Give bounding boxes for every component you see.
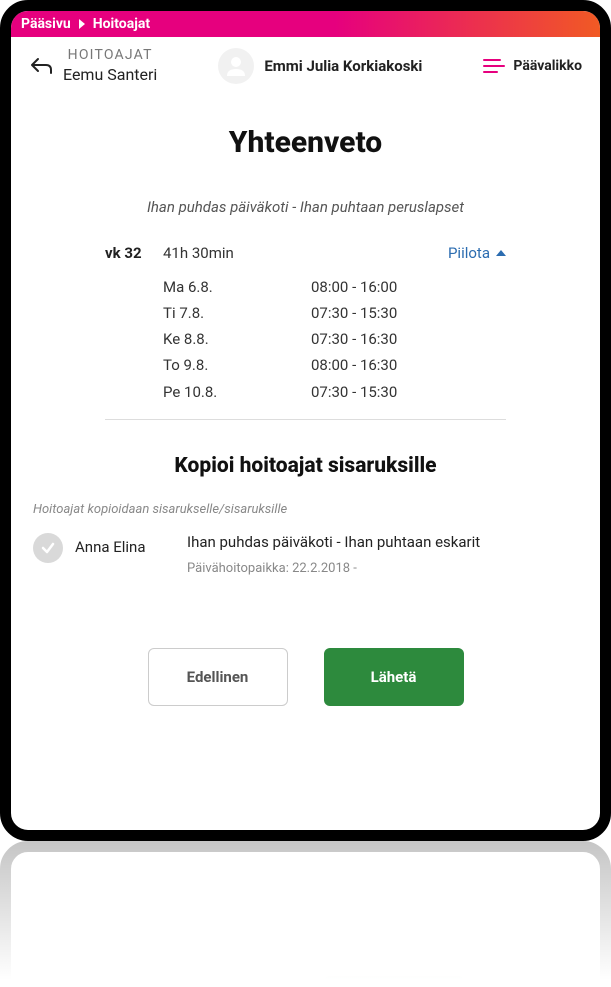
copy-note: Hoitoajat kopioidaan sisarukselle/sisaru… [33,502,578,517]
content: Yhteenveto Ihan puhdas päiväkoti - Ihan … [11,99,600,730]
breadcrumb-root[interactable]: Pääsivu [21,16,71,32]
caret-up-icon [496,250,506,256]
user-name: Emmi Julia Korkiakoski [264,57,422,75]
sibling-meta: Päivähoitopaikka: 22.2.2018 - [187,561,578,576]
menu-icon [483,59,505,73]
back-arrow-icon[interactable] [29,56,53,76]
breadcrumb[interactable]: Pääsivu Hoitoajat [11,11,600,37]
copy-title: Kopioi hoitoajat sisaruksille [33,454,578,478]
avatar [218,48,254,84]
day-row: Ke 8.8.07:30 - 16:30 [163,326,506,352]
day-row: To 9.8.08:00 - 16:30 [163,352,506,378]
day-row: Ti 7.8.07:30 - 15:30 [163,300,506,326]
sibling-checkbox[interactable] [33,533,63,563]
sibling-row: Anna Elina Ihan puhdas päiväkoti - Ihan … [33,533,578,576]
header-left: HOITOAJAT Eemu Santeri [29,47,157,85]
week-summary: vk 32 41h 30min Piilota Ma 6.8.08:00 - 1… [105,244,506,405]
week-header: vk 32 41h 30min Piilota [105,244,506,262]
day-row: Pe 10.8.07:30 - 15:30 [163,379,506,405]
chevron-right-icon [79,19,85,29]
day-row: Ma 6.8.08:00 - 16:00 [163,274,506,300]
sibling-name: Anna Elina [75,533,175,556]
buttons: Edellinen Lähetä [33,648,578,706]
child-name: Eemu Santeri [63,65,157,85]
week-total: 41h 30min [163,244,448,262]
location-text: Ihan puhdas päiväkoti - Ihan puhtaan per… [33,198,578,216]
header-titles: HOITOAJAT Eemu Santeri [63,47,157,85]
section-label: HOITOAJAT [68,47,153,65]
submit-button[interactable]: Lähetä [324,648,464,706]
menu-label: Päävalikko [513,58,582,74]
sibling-info: Ihan puhdas päiväkoti - Ihan puhtaan esk… [187,533,578,576]
previous-button[interactable]: Edellinen [148,648,288,706]
divider [105,419,506,420]
week-label: vk 32 [105,244,163,262]
breadcrumb-page[interactable]: Hoitoajat [93,16,150,32]
days-list: Ma 6.8.08:00 - 16:00 Ti 7.8.07:30 - 15:3… [163,274,506,405]
header: HOITOAJAT Eemu Santeri Emmi Julia Korkia… [11,37,600,99]
sibling-location: Ihan puhdas päiväkoti - Ihan puhtaan esk… [187,533,578,551]
device-frame: Pääsivu Hoitoajat HOITOAJAT Eemu Santeri [0,0,611,841]
main-menu-button[interactable]: Päävalikko [483,58,582,74]
toggle-hide-label: Piilota [448,244,490,262]
page-title: Yhteenveto [33,125,578,160]
toggle-hide[interactable]: Piilota [448,244,506,262]
header-user[interactable]: Emmi Julia Korkiakoski [218,48,422,84]
